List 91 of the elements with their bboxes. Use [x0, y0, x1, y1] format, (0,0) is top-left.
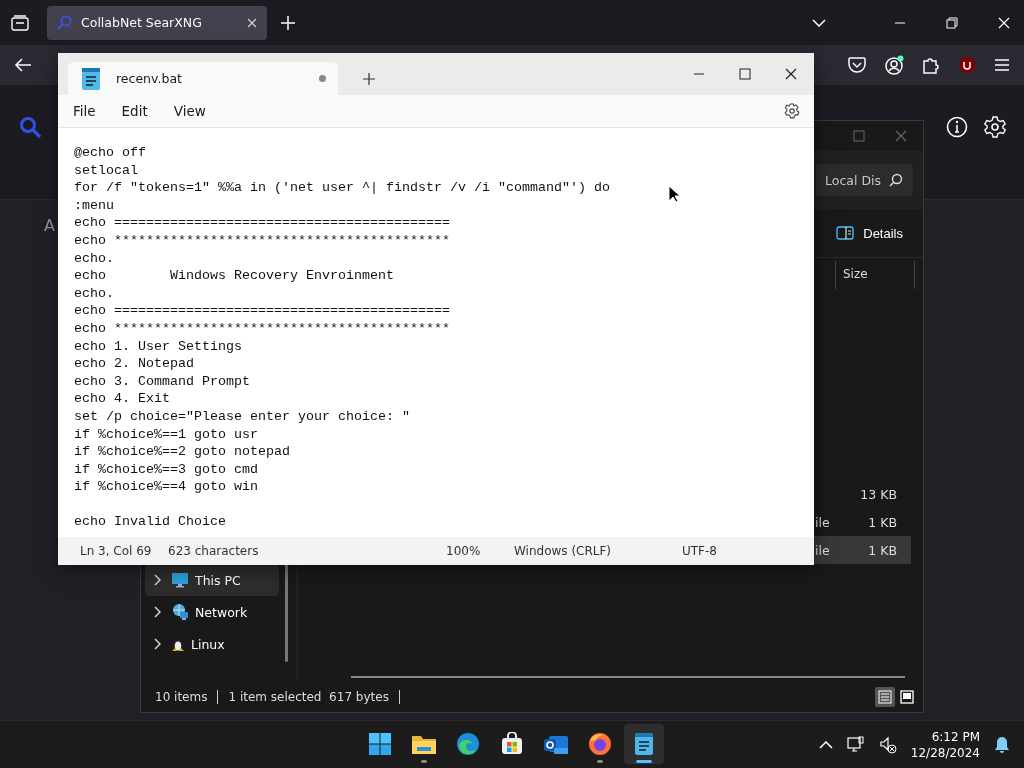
code-line: if %choice%==3 goto cmd: [74, 461, 258, 477]
new-tab-icon[interactable]: [363, 73, 375, 85]
info-icon[interactable]: [946, 116, 968, 138]
details-pane-icon: [836, 226, 855, 240]
file-row[interactable]: ile 1 KB: [814, 536, 911, 564]
menu-item[interactable]: Edit: [114, 99, 155, 123]
file-type: ile: [815, 514, 830, 530]
item-count: 10 items: [155, 690, 208, 704]
list-lines-icon: [878, 690, 892, 704]
windows-logo-icon[interactable]: [368, 732, 392, 756]
chevron-down-icon[interactable]: [812, 18, 826, 27]
code-line: if %choice%==2 goto notepad: [74, 444, 290, 460]
selection-info: 1 item selected 617 bytes: [228, 690, 389, 704]
code-line: echo 4. Exit: [74, 391, 170, 407]
notification-bell-icon[interactable]: [994, 735, 1010, 754]
details-button[interactable]: Details: [830, 221, 909, 245]
network-globe-icon: [171, 603, 189, 621]
menu-item[interactable]: View: [166, 99, 213, 123]
network-monitor-icon[interactable]: [846, 735, 865, 754]
nav-item[interactable]: Linux: [145, 628, 279, 660]
settings-icon[interactable]: [784, 103, 800, 119]
mouse-pointer-icon: [668, 185, 680, 203]
firefox-browser-icon[interactable]: [588, 732, 612, 756]
chevron-up-icon[interactable]: [818, 740, 833, 749]
column-header[interactable]: Size: [835, 261, 915, 289]
file-size: 1 KB: [868, 542, 897, 558]
code-line: echo ==========================================: [74, 215, 450, 231]
code-line: if %choice%==4 goto win: [74, 479, 258, 495]
code-line: set /p choice="Please enter your choice: ": [74, 408, 410, 424]
status-text: Ln 3, Col 69: [80, 544, 153, 558]
file-row[interactable]: 13 KB: [814, 480, 911, 508]
status-text: 100%: [445, 544, 482, 558]
folder-icon[interactable]: [411, 733, 437, 755]
taskbar-app[interactable]: [624, 724, 664, 764]
tab-list-icon[interactable]: [11, 14, 29, 31]
code-line: echo Invalid Choice: [74, 514, 226, 530]
search-icon: [889, 173, 903, 187]
maximize-icon: [739, 68, 751, 80]
back-arrow-icon[interactable]: [14, 57, 32, 73]
pocket-icon[interactable]: [848, 57, 866, 73]
clock-date[interactable]: 12/28/2024: [910, 744, 980, 761]
code-line: for /f "tokens=1" %%a in ('net user ^| findstr /v /i "command"') do: [74, 180, 610, 196]
code-line: echo ==========================================: [74, 303, 450, 319]
nav-item[interactable]: Network: [145, 596, 279, 628]
code-line: echo Windows Recovery Envroinment: [74, 268, 394, 284]
code-line: echo ******************************************: [74, 320, 450, 336]
file-size: 1 KB: [868, 514, 897, 530]
penguin-icon: [171, 636, 185, 652]
menu-item[interactable]: File: [66, 99, 103, 123]
notepad-icon[interactable]: [80, 66, 102, 91]
file-row[interactable]: ile 1 KB: [814, 508, 911, 536]
nav-item[interactable]: This PC: [145, 564, 279, 596]
puzzle-piece-icon[interactable]: [922, 56, 940, 74]
code-line: echo.: [74, 285, 114, 301]
status-text: UTF-8: [681, 544, 718, 558]
code-line: :menu: [74, 197, 114, 213]
code-line: echo 2. Notepad: [74, 356, 194, 372]
code-line: if %choice%==1 goto usr: [74, 426, 258, 442]
search-field[interactable]: Local Dis: [816, 164, 913, 196]
status-text: Windows (CRLF): [513, 544, 613, 558]
status-text: 623 characters: [167, 544, 260, 558]
code-line: echo 1. User Settings: [74, 338, 242, 354]
code-line: echo ******************************************: [74, 232, 450, 248]
chevron-right-icon[interactable]: [153, 574, 161, 586]
search-icon[interactable]: [18, 115, 42, 139]
monitor-icon: [171, 572, 189, 588]
code-line: echo.: [74, 250, 114, 266]
clock-time[interactable]: 6:12 PM: [931, 728, 980, 745]
code-line: echo 3. Command Prompt: [74, 373, 250, 389]
file-size: 13 KB: [860, 486, 897, 502]
edge-browser-icon[interactable]: [456, 732, 480, 756]
restore-icon[interactable]: [946, 16, 958, 29]
browser-tab[interactable]: CollabNet SearXNG: [47, 5, 267, 40]
speaker-muted-icon[interactable]: [878, 735, 897, 754]
menu-icon[interactable]: [994, 58, 1010, 72]
tile-icon: [900, 690, 914, 704]
code-line: @echo off: [74, 145, 146, 160]
file-type: ile: [815, 542, 830, 558]
page-text: A: [44, 216, 55, 235]
tiles-view-button[interactable]: [897, 687, 917, 707]
store-bag-icon[interactable]: [500, 732, 524, 756]
chevron-right-icon[interactable]: [153, 638, 161, 650]
file-tab[interactable]: recenv.bat: [68, 62, 338, 95]
code-line: setlocal: [74, 162, 138, 178]
notepad-icon[interactable]: [633, 732, 655, 756]
account-icon[interactable]: [884, 55, 904, 75]
close-icon: [785, 68, 797, 80]
chevron-right-icon[interactable]: [153, 606, 161, 618]
details-view-button[interactable]: [875, 687, 895, 707]
search-icon: [57, 14, 73, 31]
unsaved-dot-icon: [319, 75, 326, 82]
